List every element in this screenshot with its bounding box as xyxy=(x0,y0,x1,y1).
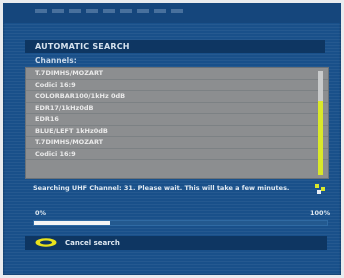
tv-screen: AUTOMATIC SEARCH Channels: T.7DIMHS/MOZA… xyxy=(3,3,341,275)
spinner-icon xyxy=(315,184,325,194)
channel-list-item[interactable]: EDR16 xyxy=(26,114,328,126)
search-progress-bar xyxy=(33,220,328,226)
yellow-button-icon[interactable] xyxy=(35,238,57,247)
search-status-text: Searching UHF Channel: 31. Please wait. … xyxy=(33,184,290,192)
channel-list-item[interactable]: COLORBAR100/1kHz 0dB xyxy=(26,91,328,103)
scrollbar[interactable] xyxy=(318,71,323,175)
channel-list-item[interactable]: T.7DIMHS/MOZART xyxy=(26,137,328,149)
channels-label: Channels: xyxy=(35,56,77,65)
top-band xyxy=(3,3,341,23)
scrollbar-upper xyxy=(318,71,323,101)
progress-start-label: 0% xyxy=(35,209,47,217)
progress-end-label: 100% xyxy=(310,209,331,217)
channel-list-item[interactable]: Codici 16:9 xyxy=(26,80,328,91)
search-progress-fill xyxy=(34,221,111,225)
cancel-search-label[interactable]: Cancel search xyxy=(65,236,120,250)
channel-list-item[interactable]: BLUE/LEFT 1kHz0dB xyxy=(26,126,328,137)
dialog-title: AUTOMATIC SEARCH xyxy=(35,42,130,51)
channel-list-item[interactable]: EDR17/1kHz0dB xyxy=(26,103,328,114)
channel-rows: T.7DIMHS/MOZART Codici 16:9 COLORBAR100/1k… xyxy=(26,68,328,160)
dialog-title-bar: AUTOMATIC SEARCH xyxy=(25,40,325,53)
channel-list[interactable]: T.7DIMHS/MOZART Codici 16:9 COLORBAR100/1k… xyxy=(25,67,329,179)
top-decoration xyxy=(35,9,185,13)
channel-list-item[interactable]: Codici 16:9 xyxy=(26,149,328,160)
scrollbar-thumb[interactable] xyxy=(318,101,323,175)
footer-bar: Cancel search xyxy=(25,236,327,250)
channel-list-item[interactable]: T.7DIMHS/MOZART xyxy=(26,68,328,80)
